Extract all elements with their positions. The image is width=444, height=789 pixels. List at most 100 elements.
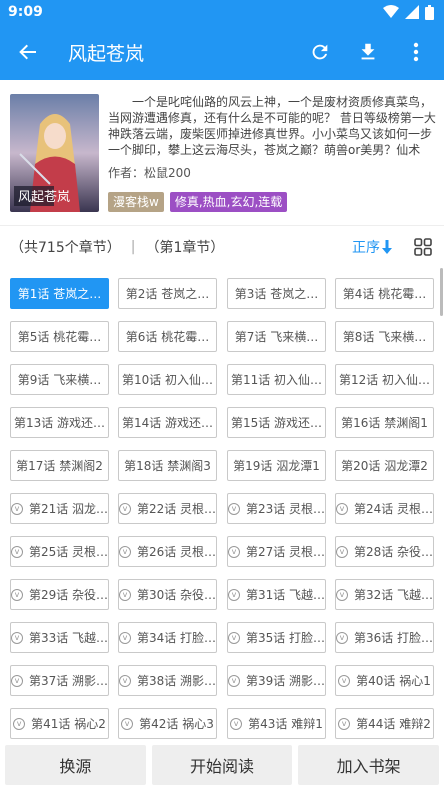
chapter-item[interactable]: 第17话 禁渊阁2 xyxy=(10,450,109,481)
chapter-item[interactable]: v 第24话 灵根… xyxy=(335,493,434,524)
app-bar: 9:09 风起苍岚 xyxy=(0,0,444,80)
start-reading-button[interactable]: 开始阅读 xyxy=(151,745,293,785)
chapter-item[interactable]: v 第36话 打脸… xyxy=(335,622,434,653)
wifi-icon xyxy=(383,5,399,18)
chapter-item[interactable]: v 第37话 溯影… xyxy=(10,665,109,696)
vip-icon: v xyxy=(11,545,23,558)
status-bar: 9:09 xyxy=(0,0,444,24)
chapter-item[interactable]: v 第31话 飞越… xyxy=(227,579,326,610)
chapter-label: 第39话 溯影… xyxy=(245,674,326,688)
chapter-label: 第30话 杂役… xyxy=(136,588,217,602)
chapter-item[interactable]: 第13话 游戏还… xyxy=(10,407,109,438)
chapter-item[interactable]: 第19话 泅龙潭1 xyxy=(227,450,326,481)
add-to-shelf-button[interactable]: 加入书架 xyxy=(298,745,440,785)
book-author: 作者：松鼠200 xyxy=(108,166,191,180)
vip-icon: v xyxy=(338,674,351,687)
chapter-item[interactable]: v 第33话 飞越… xyxy=(10,622,109,653)
chapter-item[interactable]: 第6话 桃花霉… xyxy=(118,321,217,352)
more-button[interactable] xyxy=(396,32,436,72)
refresh-button[interactable] xyxy=(300,32,340,72)
chapter-item[interactable]: 第7话 飞来横… xyxy=(227,321,326,352)
download-icon xyxy=(361,43,375,60)
bottom-bar: 换源 开始阅读 加入书架 xyxy=(0,742,444,789)
chapter-item[interactable]: 第12话 初入仙… xyxy=(335,364,434,395)
chapter-item[interactable]: 第1话 苍岚之… xyxy=(10,278,109,309)
chapter-item[interactable]: v 第39话 溯影… xyxy=(227,665,326,696)
chapter-item[interactable]: v 第34话 打脸… xyxy=(118,622,217,653)
chapter-item[interactable]: 第4话 桃花霉… xyxy=(335,278,434,309)
chapter-item[interactable]: v 第22话 灵根… xyxy=(118,493,217,524)
vip-icon: v xyxy=(228,631,240,644)
page-title: 风起苍岚 xyxy=(68,42,145,65)
chapter-label: 第9话 飞来横… xyxy=(17,373,102,387)
chapter-label: 第26话 灵根… xyxy=(136,545,217,559)
chapter-item[interactable]: v 第29话 杂役… xyxy=(10,579,109,610)
chapter-item[interactable]: v 第42话 祸心3 xyxy=(118,708,217,739)
chapter-item[interactable]: v 第41话 祸心2 xyxy=(10,708,109,739)
chapter-item[interactable]: 第8话 飞来横… xyxy=(335,321,434,352)
chapter-item[interactable]: v 第21话 泅龙… xyxy=(10,493,109,524)
chapter-item[interactable]: 第16话 禁渊阁1 xyxy=(335,407,434,438)
vip-icon: v xyxy=(11,502,23,515)
sort-order-button[interactable]: 正序 xyxy=(352,237,392,257)
chapter-item[interactable]: v 第40话 祸心1 xyxy=(335,665,434,696)
chapter-item[interactable]: 第10话 初入仙… xyxy=(118,364,217,395)
chapter-item[interactable]: 第15话 游戏还… xyxy=(227,407,326,438)
chapter-label: 第38话 溯影… xyxy=(136,674,217,688)
download-button[interactable] xyxy=(348,32,388,72)
chapter-label: 第8话 飞来横… xyxy=(342,330,427,344)
chapter-item[interactable]: v 第23话 灵根… xyxy=(227,493,326,524)
scrollbar[interactable] xyxy=(440,268,443,316)
back-button[interactable] xyxy=(8,32,48,72)
chapter-label: 第32话 飞越… xyxy=(353,588,434,602)
chapter-label: 第12话 初入仙… xyxy=(338,373,431,387)
chapter-count: （共715个章节） xyxy=(10,240,121,256)
grid-view-icon[interactable] xyxy=(414,238,432,256)
chapter-item[interactable]: v 第32话 飞越… xyxy=(335,579,434,610)
vip-icon: v xyxy=(13,717,26,730)
chapter-item[interactable]: 第3话 苍岚之… xyxy=(227,278,326,309)
chapter-label: 第10话 初入仙… xyxy=(121,373,214,387)
chapter-item[interactable]: v 第28话 杂役… xyxy=(335,536,434,567)
chapter-label: 第40话 祸心1 xyxy=(356,674,431,688)
chapter-item[interactable]: v 第30话 杂役… xyxy=(118,579,217,610)
chapter-label: 第28话 杂役… xyxy=(353,545,434,559)
chapter-item[interactable]: 第20话 泅龙潭2 xyxy=(335,450,434,481)
chapter-item[interactable]: v 第25话 灵根… xyxy=(10,536,109,567)
vip-icon: v xyxy=(228,674,240,687)
chapter-item[interactable]: v 第26话 灵根… xyxy=(118,536,217,567)
book-cover[interactable]: 风起苍岚 xyxy=(10,94,99,212)
vip-icon: v xyxy=(230,717,243,730)
chapter-item[interactable]: 第2话 苍岚之… xyxy=(118,278,217,309)
chapter-item[interactable]: 第18话 禁渊阁3 xyxy=(118,450,217,481)
chapter-item[interactable]: v 第27话 灵根… xyxy=(227,536,326,567)
chapter-label: 第35话 打脸… xyxy=(245,631,326,645)
chapter-label: 第22话 灵根… xyxy=(136,502,217,516)
chapter-item[interactable]: v 第43话 难辩1 xyxy=(227,708,326,739)
cover-image: 风起苍岚 xyxy=(10,94,99,212)
vip-icon: v xyxy=(336,502,348,515)
chapter-item[interactable]: 第5话 桃花霉… xyxy=(10,321,109,352)
chapter-item[interactable]: v 第38话 溯影… xyxy=(118,665,217,696)
vip-icon: v xyxy=(228,502,240,515)
change-source-button[interactable]: 换源 xyxy=(5,745,146,785)
chapter-item[interactable]: 第11话 初入仙… xyxy=(227,364,326,395)
chapter-label: 第2话 苍岚之… xyxy=(125,287,210,301)
vip-icon: v xyxy=(119,631,131,644)
chapter-label: 第42话 祸心3 xyxy=(139,717,214,731)
chapter-item[interactable]: 第14话 游戏还… xyxy=(118,407,217,438)
chapter-item[interactable]: 第9话 飞来横… xyxy=(10,364,109,395)
chapter-label: 第31话 飞越… xyxy=(245,588,326,602)
current-chapter[interactable]: （第1章节） xyxy=(145,237,224,257)
genre-tag: 修真,热血,玄幻,连载 xyxy=(169,192,288,212)
chapter-label: 第5话 桃花霉… xyxy=(17,330,102,344)
chapter-label: 第29话 杂役… xyxy=(28,588,109,602)
chapter-label: 第4话 桃花霉… xyxy=(342,287,427,301)
chapter-item[interactable]: v 第35话 打脸… xyxy=(227,622,326,653)
vip-icon: v xyxy=(119,674,131,687)
status-time: 9:09 xyxy=(8,4,43,20)
sort-arrow-icon xyxy=(382,240,392,254)
chapter-item[interactable]: v 第44话 难辩2 xyxy=(335,708,434,739)
chapter-label: 第44话 难辩2 xyxy=(356,717,431,731)
chapter-label: 第41话 祸心2 xyxy=(31,717,106,731)
